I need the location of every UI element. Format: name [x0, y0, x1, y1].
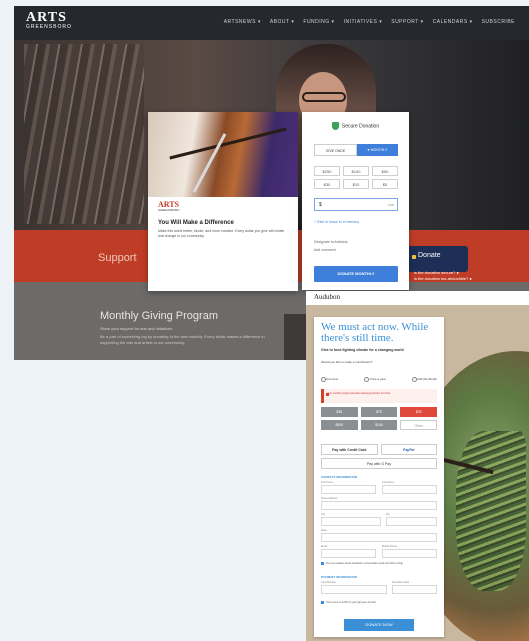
card-number-field[interactable] [321, 585, 387, 594]
monthly-giving-title: Monthly Giving Program [100, 310, 218, 322]
last-name-label: Last Name [382, 481, 395, 484]
violin-body-shape [169, 127, 287, 160]
logo-main: ARTS [26, 10, 67, 25]
donation-form: Secure Donation GIVE ONCE ♥ MONTHLY $250… [302, 112, 409, 290]
nav-item-about[interactable]: ABOUT ▾ [270, 19, 295, 25]
payment-methods: Pay with Credit Card PayPal [321, 444, 437, 455]
nav-item-calendars[interactable]: CALENDARS ▾ [433, 19, 473, 25]
card-number-label: Card Number [321, 581, 337, 584]
popup-body: Make this world better, kinder, and more… [158, 229, 285, 238]
add-comment-link[interactable]: Add comment [314, 248, 336, 252]
popup-logo-sub: GREENSBORO [158, 208, 180, 212]
city-field[interactable] [321, 517, 381, 526]
frequency-toggle: GIVE ONCE ♥ MONTHLY [314, 144, 398, 156]
pay-card-button[interactable]: Pay with Credit Card [321, 444, 378, 455]
expiration-field[interactable] [392, 585, 437, 594]
zip-field[interactable] [386, 517, 437, 526]
amount-options: $250 $100 $50 $30 $10 $5 [314, 166, 398, 189]
nav-item-artsnews[interactable]: ARTSNEWS ▾ [224, 19, 261, 25]
audubon-logo[interactable]: Audubon [314, 293, 340, 301]
amount-30-button[interactable]: $30 [314, 179, 340, 189]
glasses-shape [302, 92, 346, 102]
nav-item-funding[interactable]: FUNDING ▾ [303, 19, 334, 25]
radio-add-month[interactable]: Add this Month [411, 377, 437, 382]
promo-popup: ARTS GREENSBORO You Will Make a Differen… [148, 112, 298, 291]
audubon-heading: We must act now. While there's still tim… [321, 321, 429, 344]
currency-symbol: $ [319, 202, 322, 208]
state-label: State [321, 529, 327, 532]
logo-sub: GREENSBORO [26, 24, 72, 30]
first-name-field[interactable] [321, 485, 376, 494]
first-name-label: First Name [321, 481, 334, 484]
amount-500-button[interactable]: $500 [321, 420, 358, 430]
amount-100-button[interactable]: $100 [343, 166, 369, 176]
amount-25-button[interactable]: $25 [400, 407, 437, 417]
violin-photo [148, 112, 298, 197]
address-label: Street Address [321, 497, 338, 500]
paintbrushes-image [24, 44, 144, 224]
frequency-radios: One-time Once a year Add this Month [321, 377, 437, 382]
nav-item-support[interactable]: SUPPORT ▾ [391, 19, 423, 25]
popup-heading: You Will Make a Difference [158, 220, 234, 226]
site-logo[interactable]: ARTS GREENSBORO [26, 10, 72, 31]
amount-50-button[interactable]: $50 [372, 166, 398, 176]
monthly-alert: Your monthly support provides lasting pr… [321, 389, 437, 403]
custom-amount-input[interactable]: $ USD [314, 198, 398, 211]
secure-donation-title: Secure Donation [341, 123, 380, 130]
zip-label: Zip [386, 513, 390, 516]
contact-section-title: CONTACT INFORMATION [321, 475, 358, 479]
site-navbar: ARTS GREENSBORO ARTSNEWS ▾ ABOUT ▾ FUNDI… [14, 6, 529, 40]
paypal-button[interactable]: PayPal [380, 444, 437, 455]
cover-fees-checkbox[interactable]: Cover fees so 100% of your gift goes to … [321, 601, 437, 604]
other-amount-placeholder: Other [414, 424, 424, 428]
donate-tab-button[interactable]: Donate [406, 246, 468, 272]
popup-logo: ARTS GREENSBORO [158, 201, 180, 213]
sms-opt-in-checkbox[interactable]: Text me updates about Audubon's conserva… [321, 562, 437, 565]
audubon-header: Audubon [306, 291, 529, 305]
phone-label: Mobile Phone [382, 545, 398, 548]
give-once-button[interactable]: GIVE ONCE [314, 144, 357, 156]
monthly-button[interactable]: ♥ MONTHLY [357, 144, 398, 156]
secure-donation-header: Secure Donation [302, 122, 409, 130]
other-amount-input[interactable]: Other [400, 420, 437, 430]
donate-now-button[interactable]: DONATE NOW [344, 619, 414, 631]
donate-monthly-button[interactable]: DONATE MONTHLY [314, 266, 398, 282]
designation-link[interactable]: Designate to Artsfund [314, 240, 347, 244]
audubon-amounts: $35 $75 $25 $500 $150 Other [321, 407, 437, 430]
bird-feathers-image [456, 431, 526, 591]
amount-5-button[interactable]: $5 [372, 179, 398, 189]
violin-bow-shape [192, 133, 227, 193]
monthly-giving-text: Be a part of something big by donating t… [100, 334, 265, 345]
audubon-subheading: Give to fund fighting climate for a chan… [321, 348, 404, 352]
currency-label: USD [387, 203, 394, 207]
radio-one-time[interactable]: One-time [321, 377, 338, 382]
state-select[interactable] [321, 533, 437, 542]
last-name-field[interactable] [382, 485, 437, 494]
honor-memory-link[interactable]: + Give in honor or in memory [314, 220, 359, 224]
amount-75-button[interactable]: $75 [360, 407, 398, 417]
audubon-page: Audubon We must act now. While there's s… [306, 291, 529, 641]
amount-35-button[interactable]: $35 [321, 407, 358, 417]
monthly-giving-subtitle: Show your support for arts and initiativ… [100, 326, 173, 331]
city-label: City [321, 513, 326, 516]
support-heading: Support [98, 252, 137, 264]
amount-250-button[interactable]: $250 [314, 166, 340, 176]
nav-item-initiatives[interactable]: INITIATIVES ▾ [344, 19, 383, 25]
phone-field[interactable] [382, 549, 437, 558]
shield-icon [331, 122, 339, 130]
amount-10-button[interactable]: $10 [343, 179, 369, 189]
nav-menu: ARTSNEWS ▾ ABOUT ▾ FUNDING ▾ INITIATIVES… [224, 19, 515, 25]
nav-item-subscribe[interactable]: SUBSCRIBE [482, 19, 515, 25]
amount-150-button[interactable]: $150 [360, 420, 398, 430]
email-label: Email [321, 545, 328, 548]
google-pay-button[interactable]: Pay with G Pay [321, 458, 437, 469]
address-field[interactable] [321, 501, 437, 510]
payment-section-title: PAYMENT INFORMATION [321, 575, 357, 579]
contribution-question: Would you like to make a contribution? [321, 360, 373, 364]
audubon-donation-form: We must act now. While there's still tim… [314, 317, 444, 637]
expiration-label: Expiration Date [392, 581, 410, 584]
email-field[interactable] [321, 549, 376, 558]
radio-once-a-year[interactable]: Once a year [364, 377, 386, 382]
